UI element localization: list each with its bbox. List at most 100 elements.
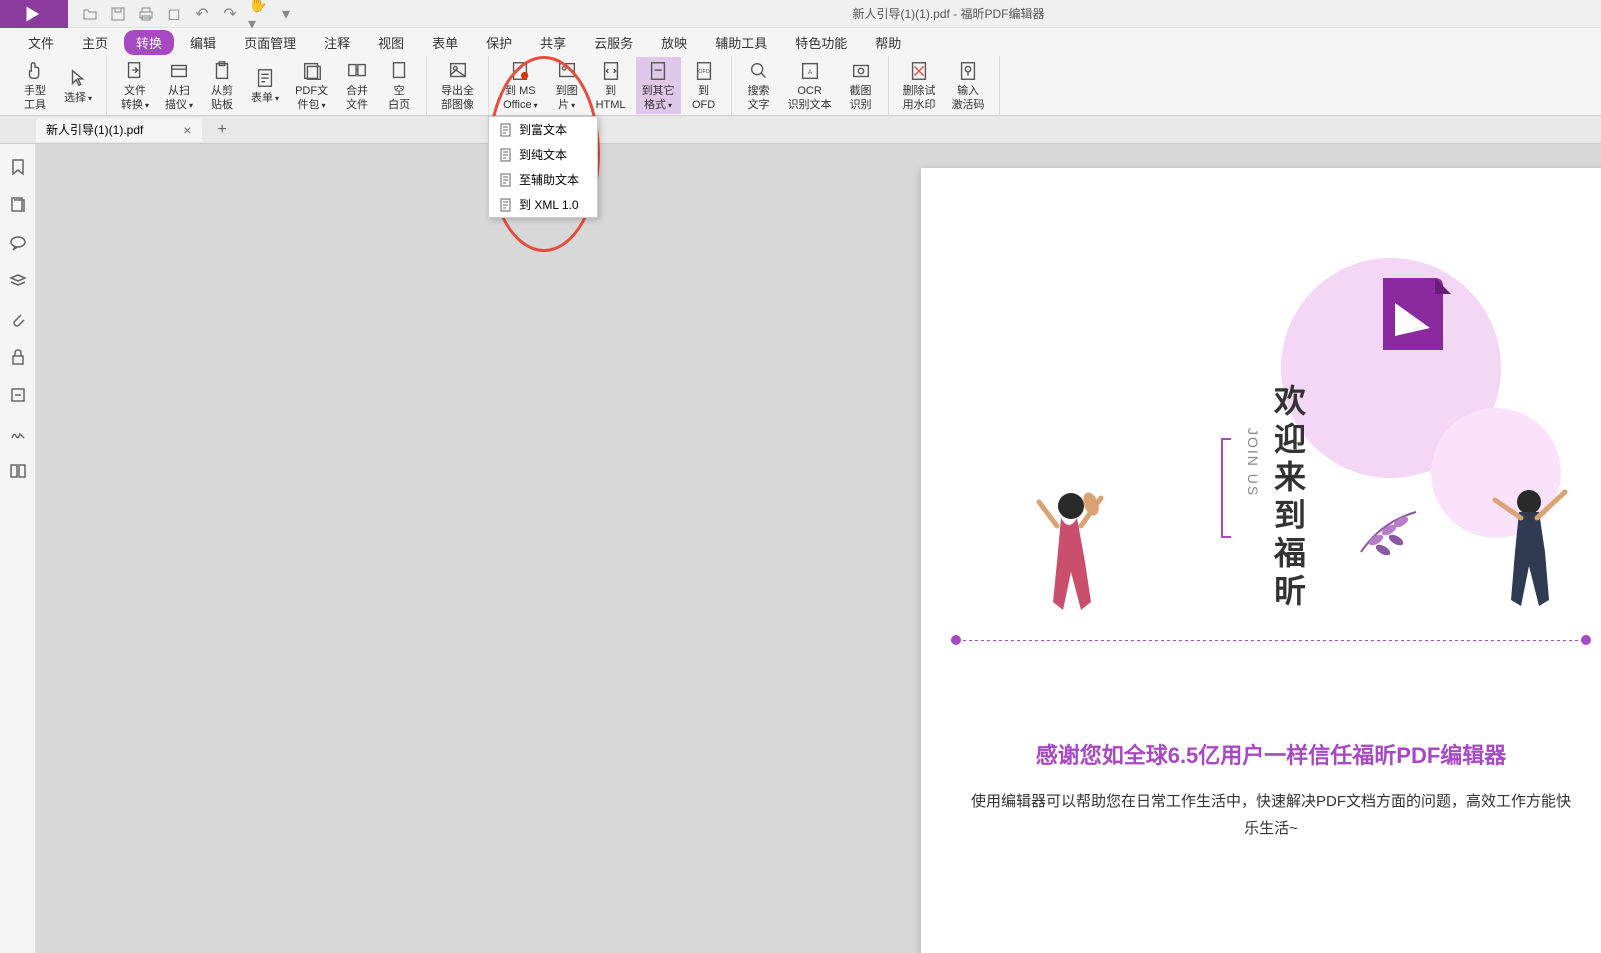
ribbon-button-watermark[interactable]: 删除试用水印	[897, 57, 942, 113]
bracket-decoration	[1221, 438, 1231, 538]
ribbon-label: 搜索文字	[748, 85, 770, 111]
format-dropdown-menu: 到富文本到纯文本至辅助文本到 XML 1.0	[488, 116, 598, 218]
form-icon	[253, 66, 277, 90]
menu-item[interactable]: 云服务	[582, 30, 645, 55]
ribbon-button-clipboard[interactable]: 从剪贴板	[203, 57, 241, 113]
divider-dot	[951, 635, 961, 645]
redo-icon[interactable]: ↷	[220, 4, 240, 24]
pdf-page: 欢迎来到福昕 JOIN US 感谢您如全球6.5亿用户一样信任福昕PDF编辑器	[921, 168, 1601, 953]
ribbon-button-to-html[interactable]: 到HTML	[590, 57, 632, 113]
dropdown-item[interactable]: 至辅助文本	[489, 167, 597, 192]
ribbon-button-to-image[interactable]: 到图片	[548, 57, 586, 113]
ribbon-button-package[interactable]: PDF文件包	[289, 57, 334, 113]
hand-icon	[23, 59, 47, 83]
ribbon-button-hand[interactable]: 手型工具	[16, 57, 54, 113]
menu-item[interactable]: 保护	[474, 30, 524, 55]
close-icon[interactable]: ×	[183, 122, 191, 138]
menu-item[interactable]: 特色功能	[783, 30, 859, 55]
print-icon[interactable]	[136, 4, 156, 24]
document-icon	[499, 173, 513, 187]
ribbon-button-to-ofd[interactable]: OFD到OFD	[685, 57, 723, 113]
ribbon-button-ms-office[interactable]: 到 MSOffice	[497, 57, 544, 113]
dropdown-item[interactable]: 到 XML 1.0	[489, 192, 597, 217]
save-icon[interactable]	[108, 4, 128, 24]
menu-item[interactable]: 放映	[649, 30, 699, 55]
field-icon[interactable]	[7, 384, 29, 406]
ribbon-label: 导出全部图像	[441, 85, 474, 111]
ribbon-label: 删除试用水印	[903, 85, 936, 111]
canvas-area[interactable]: 欢迎来到福昕 JOIN US 感谢您如全球6.5亿用户一样信任福昕PDF编辑器	[36, 144, 1601, 953]
menu-item[interactable]: 转换	[124, 30, 174, 55]
bookmark-icon[interactable]	[7, 156, 29, 178]
ocr-icon: A	[798, 59, 822, 83]
workspace: 欢迎来到福昕 JOIN US 感谢您如全球6.5亿用户一样信任福昕PDF编辑器	[0, 144, 1601, 953]
ribbon-button-form[interactable]: 表单	[245, 64, 285, 107]
ribbon-label: 到图片	[556, 85, 578, 111]
open-icon[interactable]	[80, 4, 100, 24]
thanks-heading: 感谢您如全球6.5亿用户一样信任福昕PDF编辑器	[921, 738, 1601, 770]
menu-item[interactable]: 注释	[312, 30, 362, 55]
dropdown-item[interactable]: 到富文本	[489, 117, 597, 142]
ribbon-button-search-text[interactable]: 搜索文字	[740, 57, 778, 113]
ribbon-button-blank[interactable]: 空白页	[380, 57, 418, 113]
ribbon-label: 到其它格式	[642, 85, 675, 111]
ribbon-button-merge[interactable]: 合并文件	[338, 57, 376, 113]
ribbon-button-doc-arrow[interactable]: 文件转换	[115, 57, 155, 113]
ribbon-button-export-img[interactable]: 导出全部图像	[435, 57, 480, 113]
ribbon-button-ocr[interactable]: AOCR识别文本	[782, 57, 838, 113]
menu-item[interactable]: 视图	[366, 30, 416, 55]
ribbon-button-scanner[interactable]: 从扫描仪	[159, 57, 199, 113]
ribbon-button-capture[interactable]: 截图识别	[842, 57, 880, 113]
cursor-icon	[66, 66, 90, 90]
to-other-icon	[646, 59, 670, 83]
quick-icon[interactable]: ◻	[164, 4, 184, 24]
more-icon[interactable]: ▾	[276, 4, 296, 24]
hand-icon[interactable]: ✋▾	[248, 4, 268, 24]
menu-item[interactable]: 辅助工具	[703, 30, 779, 55]
menu-item[interactable]: 共享	[528, 30, 578, 55]
ribbon-label: 文件转换	[121, 85, 149, 111]
ribbon-button-key[interactable]: 输入激活码	[946, 57, 991, 113]
document-icon	[499, 198, 513, 212]
to-image-icon	[555, 59, 579, 83]
compare-icon[interactable]	[7, 460, 29, 482]
doc-arrow-icon	[123, 59, 147, 83]
scanner-icon	[167, 59, 191, 83]
menu-item[interactable]: 页面管理	[232, 30, 308, 55]
ribbon-label: 手型工具	[24, 85, 46, 111]
undo-icon[interactable]: ↶	[192, 4, 212, 24]
security-icon[interactable]	[7, 346, 29, 368]
menu-item[interactable]: 主页	[70, 30, 120, 55]
ribbon-label: 从扫描仪	[165, 85, 193, 111]
attachment-icon[interactable]	[7, 308, 29, 330]
menu-item[interactable]: 编辑	[178, 30, 228, 55]
comment-icon[interactable]	[7, 232, 29, 254]
document-tabs: 新人引导(1)(1).pdf × +	[0, 116, 1601, 144]
ribbon-button-to-other[interactable]: 到其它格式	[636, 57, 681, 113]
ribbon-label: OCR识别文本	[788, 85, 832, 111]
description-text: 使用编辑器可以帮助您在日常工作生活中，快速解决PDF文档方面的问题，高效工作方能…	[971, 788, 1571, 842]
leaf-decoration	[1351, 502, 1431, 572]
layers-icon[interactable]	[7, 270, 29, 292]
dropdown-label: 到 XML 1.0	[519, 196, 579, 213]
tab-label: 新人引导(1)(1).pdf	[46, 121, 143, 138]
ribbon-label: 输入激活码	[952, 85, 985, 111]
menu-item[interactable]: 表单	[420, 30, 470, 55]
page-main-title: 欢迎来到福昕	[1265, 384, 1311, 612]
pages-icon[interactable]	[7, 194, 29, 216]
add-tab-button[interactable]: +	[218, 121, 227, 139]
window-title: 新人引导(1)(1).pdf - 福昕PDF编辑器	[296, 5, 1601, 22]
export-img-icon	[446, 59, 470, 83]
document-tab[interactable]: 新人引导(1)(1).pdf ×	[36, 118, 202, 142]
page-sub-title: JOIN US	[1245, 428, 1261, 497]
menu-item[interactable]: 帮助	[863, 30, 913, 55]
dropdown-item[interactable]: 到纯文本	[489, 142, 597, 167]
ribbon-button-cursor[interactable]: 选择	[58, 64, 98, 107]
svg-text:OFD: OFD	[698, 69, 710, 75]
key-icon	[956, 59, 980, 83]
signature-icon[interactable]	[7, 422, 29, 444]
ribbon-label: PDF文件包	[295, 85, 328, 111]
title-bar: ◻ ↶ ↷ ✋▾ ▾ 新人引导(1)(1).pdf - 福昕PDF编辑器	[0, 0, 1601, 28]
menu-item[interactable]: 文件	[16, 30, 66, 55]
ribbon-label: 空白页	[388, 85, 410, 111]
